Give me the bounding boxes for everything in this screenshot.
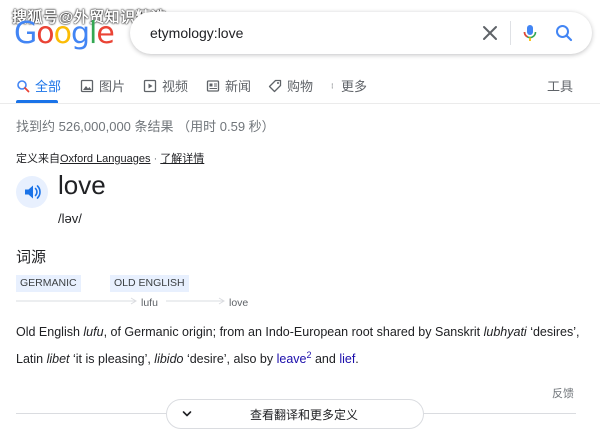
etymology-step-lufu: lufu — [141, 297, 158, 309]
search-icon[interactable] — [554, 23, 574, 43]
phonetic: /ləv/ — [58, 211, 82, 226]
tab-images[interactable]: 图片 — [80, 76, 125, 102]
learn-more-link[interactable]: 了解详情 — [160, 153, 204, 165]
image-icon — [80, 79, 94, 93]
etym-text-run: ‘desire’, also by — [183, 351, 277, 366]
feedback-link[interactable]: 反馈 — [552, 385, 574, 401]
etym-term-libet: libet — [46, 351, 70, 366]
definition-source: 定义来自Oxford Languages · 了解详情 — [16, 150, 204, 166]
etym-text-run: and — [311, 351, 340, 366]
video-icon — [143, 79, 157, 93]
leave-link-label: leave — [276, 351, 307, 366]
speaker-icon — [25, 185, 41, 199]
etym-text-run: Latin — [16, 351, 47, 366]
tools-button[interactable]: 工具 — [547, 76, 573, 95]
tab-label: 新闻 — [225, 79, 252, 94]
etym-text-run: , of Germanic origin; from an Indo-Europ… — [103, 325, 484, 339]
tab-more[interactable]: 更多 — [331, 76, 367, 102]
microphone-icon[interactable] — [520, 23, 540, 43]
tab-news[interactable]: 新闻 — [206, 76, 251, 102]
etym-text-run: Old English — [16, 325, 84, 339]
lief-link[interactable]: lief — [339, 352, 355, 366]
google-logo[interactable]: Google — [14, 16, 115, 51]
search-separator — [510, 21, 511, 45]
more-definitions-label: 查看翻译和更多定义 — [249, 408, 358, 422]
more-definitions-button[interactable]: 查看翻译和更多定义 — [166, 399, 424, 429]
tabs-divider — [0, 103, 600, 104]
etym-text-run: . — [355, 351, 359, 366]
more-dots-icon — [331, 83, 333, 89]
etym-text-run: ‘desires’, — [526, 325, 580, 339]
source-prefix: 定义来自 — [16, 153, 60, 165]
tab-shopping[interactable]: 购物 — [268, 76, 313, 102]
oxford-languages-link[interactable]: Oxford Languages — [60, 153, 151, 165]
logo-letter: l — [89, 16, 97, 51]
tab-label: 更多 — [341, 79, 368, 94]
search-icon — [17, 80, 30, 93]
result-stats: 找到约 526,000,000 条结果 （用时 0.59 秒） — [16, 119, 275, 134]
tab-label: 视频 — [162, 79, 189, 94]
etym-term-libido: libido — [154, 351, 184, 366]
tab-all[interactable]: 全部 — [16, 76, 61, 102]
search-box — [130, 12, 592, 54]
source-separator: · — [150, 153, 161, 165]
tab-label: 图片 — [99, 79, 126, 94]
search-input[interactable] — [150, 12, 470, 54]
logo-letter: G — [14, 16, 37, 51]
leave-link[interactable]: leave2 — [276, 350, 312, 366]
etymology-step-love: love — [229, 297, 249, 309]
etymology-chip-germanic: GERMANIC — [16, 275, 81, 292]
logo-letter: e — [96, 16, 114, 51]
etymology-flow-arrows — [16, 297, 225, 305]
tab-videos[interactable]: 视频 — [143, 76, 188, 102]
etym-text-run: ‘it is pleasing’, — [69, 351, 155, 366]
headword: love — [58, 170, 106, 200]
news-icon — [206, 80, 220, 92]
etymology-heading: 词源 — [16, 249, 47, 266]
clear-icon[interactable] — [480, 23, 500, 43]
logo-letter: o — [53, 16, 72, 51]
logo-letter: o — [36, 16, 54, 51]
tab-label: 全部 — [35, 79, 62, 94]
etym-term-lubhyati: lubhyati — [483, 325, 527, 339]
etymology-text: Old English lufu, of Germanic origin; fr… — [16, 321, 586, 370]
tab-label: 购物 — [287, 79, 314, 94]
etymology-chip-old-english: OLD ENGLISH — [110, 275, 189, 292]
logo-letter: g — [70, 16, 90, 51]
etym-term-lufu: lufu — [83, 325, 104, 339]
pronunciation-button[interactable] — [16, 176, 48, 208]
shopping-tag-icon — [268, 79, 282, 93]
